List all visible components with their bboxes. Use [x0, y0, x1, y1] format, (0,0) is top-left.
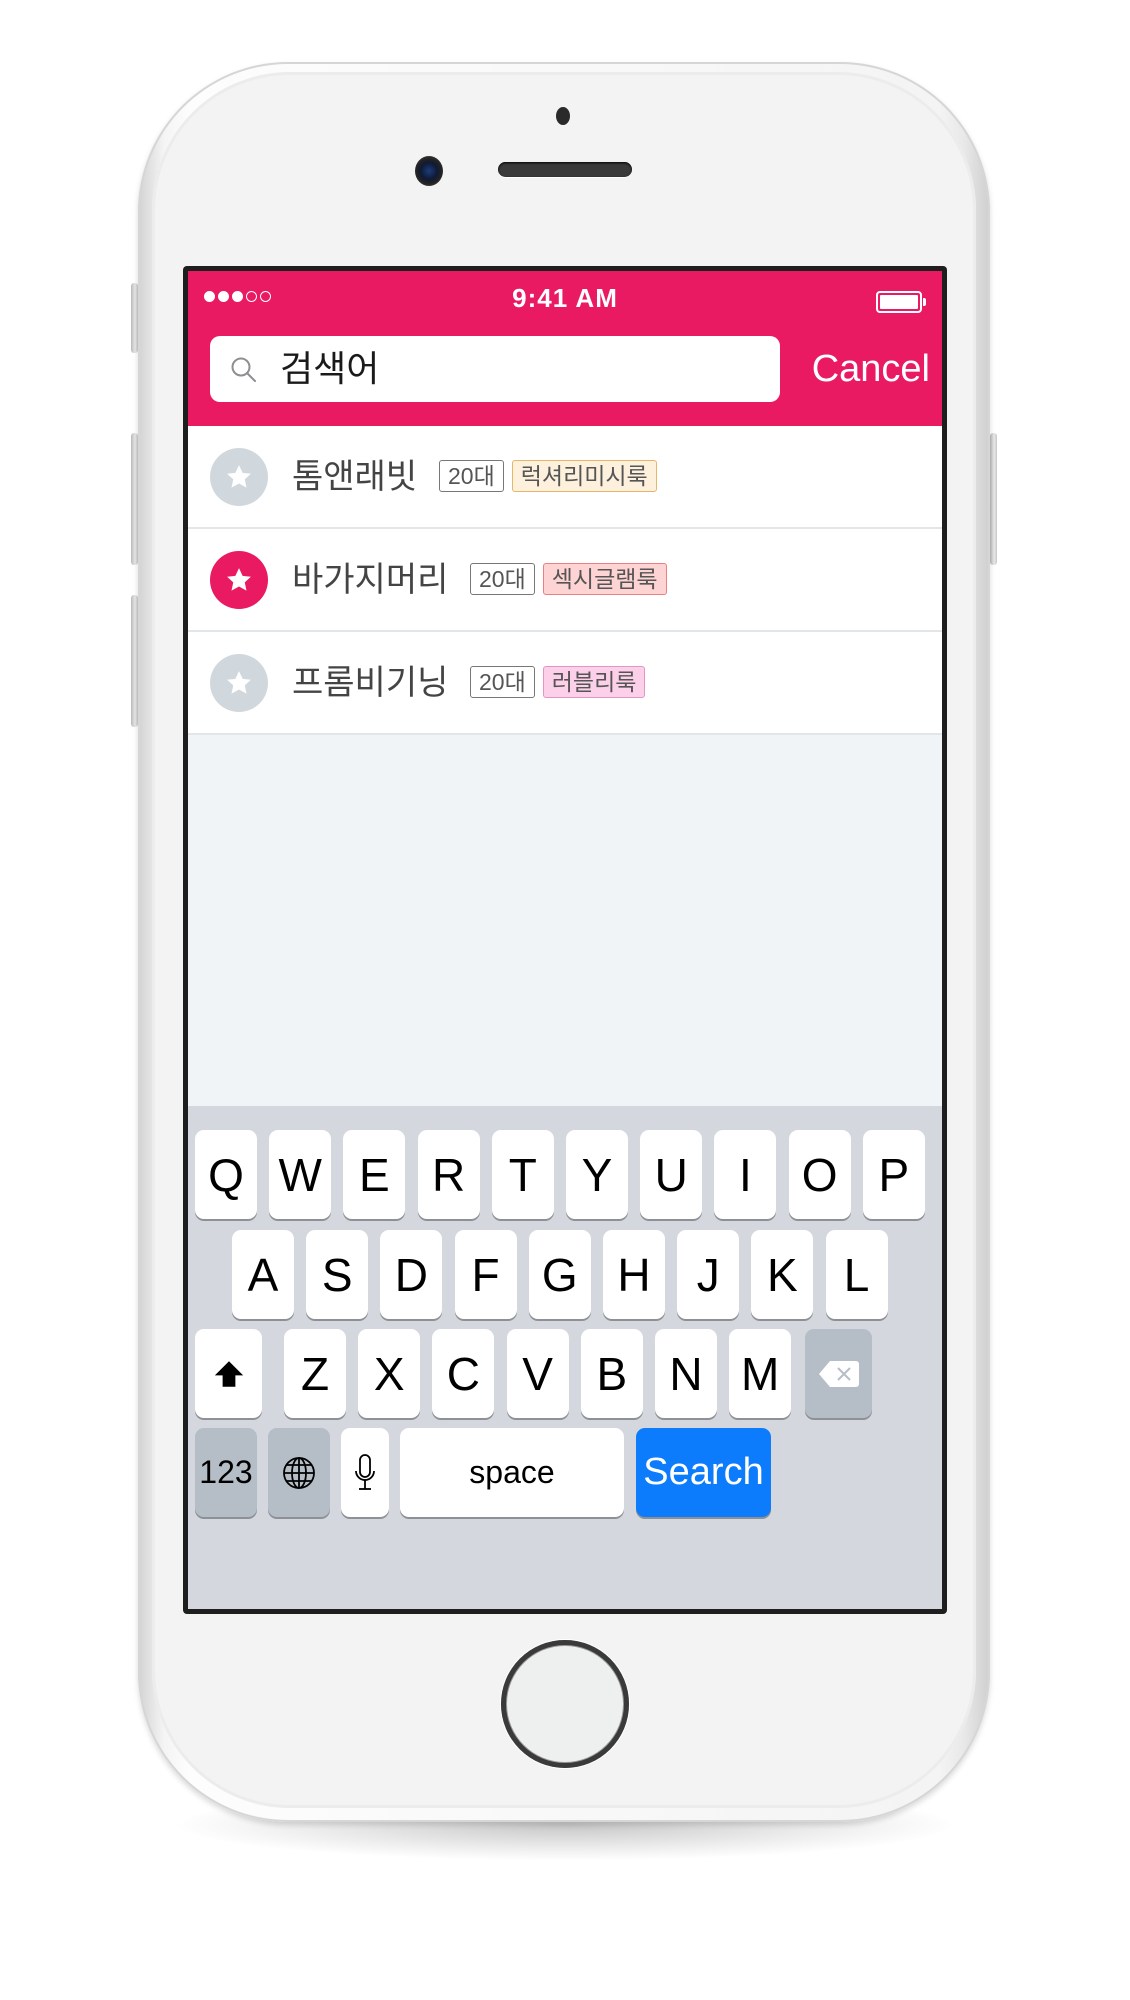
volume-up-button: [131, 433, 138, 565]
key-d[interactable]: D: [380, 1230, 443, 1319]
key-k[interactable]: K: [751, 1230, 814, 1319]
microphone-icon: [355, 1453, 375, 1490]
age-tag: 20대: [439, 460, 504, 492]
earpiece-speaker: [498, 162, 632, 177]
delete-key[interactable]: [805, 1329, 872, 1418]
key-b[interactable]: B: [580, 1329, 643, 1418]
proximity-sensor: [556, 107, 570, 125]
front-camera-icon: [415, 156, 443, 186]
key-v[interactable]: V: [506, 1329, 569, 1418]
result-name: 프롬비기닝: [292, 664, 449, 702]
key-z[interactable]: Z: [284, 1329, 346, 1418]
power-button: [990, 433, 997, 565]
search-icon: [231, 357, 256, 382]
key-m[interactable]: M: [729, 1329, 792, 1418]
key-i[interactable]: I: [714, 1130, 777, 1219]
key-x[interactable]: X: [358, 1329, 421, 1418]
tag-group: 20대 러블리룩: [470, 666, 646, 698]
key-t[interactable]: T: [491, 1130, 554, 1219]
search-key[interactable]: Search: [636, 1428, 771, 1517]
result-row[interactable]: 프롬비기닝 20대 러블리룩: [188, 632, 942, 735]
favorite-star-icon[interactable]: [210, 551, 268, 609]
result-row[interactable]: 바가지머리 20대 섹시글램룩: [188, 529, 942, 632]
space-key[interactable]: space: [400, 1428, 624, 1517]
shift-key[interactable]: [195, 1329, 262, 1418]
key-j[interactable]: J: [677, 1230, 740, 1319]
key-f[interactable]: F: [454, 1230, 517, 1319]
search-query: 검색어: [280, 348, 380, 389]
search-header: 9:41 AM 검색어 Cancel: [188, 271, 942, 426]
globe-icon: [283, 1456, 315, 1489]
result-name: 바가지머리: [292, 561, 449, 599]
volume-down-button: [131, 595, 138, 727]
home-button[interactable]: [501, 1640, 629, 1768]
result-row[interactable]: 톰앤래빗 20대 럭셔리미시룩: [188, 426, 942, 529]
cancel-button[interactable]: Cancel: [790, 339, 930, 399]
result-name: 톰앤래빗: [292, 458, 418, 496]
key-r[interactable]: R: [417, 1130, 480, 1219]
key-n[interactable]: N: [655, 1329, 717, 1418]
favorite-star-icon[interactable]: [210, 654, 268, 712]
shift-arrow-icon: [214, 1360, 243, 1387]
tag-group: 20대 섹시글램룩: [470, 563, 667, 595]
key-g[interactable]: G: [528, 1230, 591, 1319]
favorite-star-icon[interactable]: [210, 448, 268, 506]
style-tag: 러블리룩: [542, 666, 646, 698]
key-w[interactable]: W: [269, 1130, 332, 1219]
app-screen: 9:41 AM 검색어 Cancel 톰앤래빗 20대 럭셔리미시룩 바가지머리 20대…: [188, 271, 942, 1609]
key-q[interactable]: Q: [195, 1130, 257, 1219]
screen: 9:41 AM 검색어 Cancel 톰앤래빗 20대 럭셔리미시룩 바가지머리 20대…: [183, 266, 947, 1614]
style-tag: 섹시글램룩: [542, 563, 667, 595]
age-tag: 20대: [470, 666, 535, 698]
key-h[interactable]: H: [603, 1230, 665, 1319]
battery-icon: [876, 291, 926, 313]
key-e[interactable]: E: [343, 1130, 406, 1219]
globe-key[interactable]: [268, 1428, 330, 1517]
tag-group: 20대 럭셔리미시룩: [439, 460, 657, 492]
status-bar: 9:41 AM: [188, 271, 942, 321]
style-tag: 럭셔리미시룩: [511, 460, 657, 492]
search-results-list: 톰앤래빗 20대 럭셔리미시룩 바가지머리 20대 섹시글램룩 프롬비기닝 20대 러블리룩: [188, 426, 942, 735]
microphone-key[interactable]: [341, 1428, 389, 1517]
mute-switch: [131, 283, 138, 353]
key-o[interactable]: O: [788, 1130, 851, 1219]
key-l[interactable]: L: [825, 1230, 888, 1319]
numbers-key[interactable]: 123: [195, 1428, 257, 1517]
key-a[interactable]: A: [232, 1230, 294, 1319]
backspace-icon: [818, 1360, 859, 1387]
key-s[interactable]: S: [306, 1230, 369, 1319]
status-time: 9:41 AM: [512, 283, 618, 313]
key-y[interactable]: Y: [566, 1130, 628, 1219]
age-tag: 20대: [470, 563, 535, 595]
key-u[interactable]: U: [640, 1130, 703, 1219]
search-input[interactable]: 검색어: [210, 336, 780, 402]
key-c[interactable]: C: [432, 1329, 495, 1418]
keyboard: Q W E R T Y U I O P A S D F G H J K L Z X C V B N M 123 space Search: [188, 1106, 942, 1609]
key-p[interactable]: P: [862, 1130, 925, 1219]
